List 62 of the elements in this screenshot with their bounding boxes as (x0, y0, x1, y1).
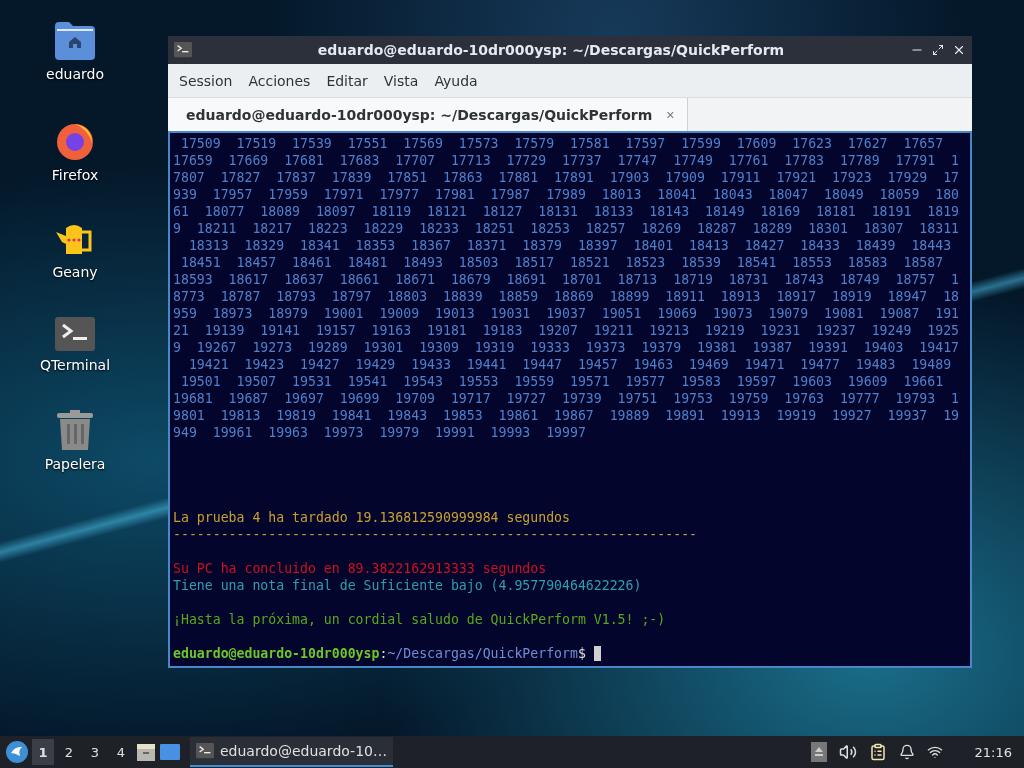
terminal-tab[interactable]: eduardo@eduardo-10dr000ysp: ~/Descargas/QuickPerform × (168, 98, 688, 131)
output-line: 7807 17827 17837 17839 17851 17863 17881 17891 17903 17909 17911 17921 17923 17929 17 (173, 169, 960, 186)
menu-item[interactable]: Editar (318, 72, 376, 89)
output-line: 19681 19687 19697 19699 19709 19717 19727 19739 19751 19753 19759 19763 19777 19793 1 (173, 390, 960, 407)
file-manager-icon[interactable] (136, 742, 156, 762)
volume-icon[interactable] (838, 743, 857, 761)
output-line: 17659 17669 17681 17683 17707 17713 17729 17737 17747 17749 17761 17783 17789 17791 1 (173, 152, 960, 169)
output-line: 8773 18787 18793 18797 18803 18839 18859 18869 18899 18911 18913 18917 18919 18947 18 (173, 288, 960, 305)
prompt-symbol: $ (577, 645, 586, 662)
output-line: 949 19961 19963 19973 19979 19991 19993 19997 (173, 424, 587, 441)
notification-bell-icon[interactable] (898, 744, 915, 760)
workspace-button[interactable]: 2 (58, 739, 80, 765)
desktop-icon-label[interactable]: Firefox (51, 167, 99, 183)
trash-icon (57, 410, 93, 450)
message-line: Tiene una nota final de Suficiente bajo (4.957790464622226) (173, 577, 643, 594)
message-line: ¡Hasta la próxima, un cordial saludo de QuickPerform V1.5! ;-) (173, 611, 667, 628)
message-line: Su PC ha concluido en 89.3822162913333 segundos (173, 560, 548, 577)
output-line: 9801 19813 19819 19841 19843 19853 19861 19867 19889 19891 19913 19919 19927 19937 19 (173, 407, 960, 424)
prompt-path: ~/Descargas/QuickPerform (387, 645, 578, 662)
close-icon[interactable] (952, 43, 966, 57)
menu-item[interactable]: Session (171, 72, 241, 89)
eject-icon[interactable] (810, 742, 827, 762)
message-line: La prueba 4 ha tardado 19.136812590999984 segundos (173, 509, 571, 526)
output-line: 18313 18329 18341 18353 18367 18371 18379 18397 18401 18413 18427 18433 18439 18443 (187, 237, 953, 254)
text-cursor (593, 646, 601, 661)
output-line: 21 19139 19141 19157 19163 19181 19183 19207 19211 19213 19219 19231 19237 19249 1925 (173, 322, 960, 339)
taskbar-task[interactable]: eduardo@eduardo-10… (190, 737, 393, 767)
output-line: 939 17957 17959 17971 17977 17981 17987 17989 18013 18041 18043 18047 18049 18059 180 (173, 186, 960, 203)
window-title: eduardo@eduardo-10dr000ysp: ~/Descargas/QuickPerform (316, 42, 786, 58)
tab-close-button[interactable]: × (666, 106, 675, 123)
menu-item[interactable]: Vista (375, 72, 427, 89)
maximize-icon[interactable] (932, 44, 944, 56)
output-line: 61 18077 18089 18097 18119 18121 18127 18131 18133 18143 18149 18169 18181 18191 1819 (173, 203, 960, 220)
start-menu-icon[interactable] (6, 741, 28, 763)
output-line: 9 18211 18217 18223 18229 18233 18251 18253 18257 18269 18287 18289 18301 18307 18311 (173, 220, 960, 237)
show-desktop-icon[interactable] (160, 743, 180, 761)
desktop-icon-label[interactable]: Geany (52, 264, 98, 280)
output-line: 18593 18617 18637 18661 18671 18679 18691 18701 18713 18719 18731 18743 18749 18757 1 (173, 271, 960, 288)
clipboard-icon[interactable] (868, 743, 887, 761)
clock[interactable]: 21:16 (974, 744, 1012, 760)
output-line: 9 19267 19273 19289 19301 19309 19319 19333 19373 19379 19381 19387 19391 19403 19417 (173, 339, 960, 356)
prompt-user-host: eduardo@eduardo-10dr000ysp (173, 645, 380, 662)
desktop-icon-label[interactable]: QTerminal (39, 357, 111, 373)
terminal-icon (55, 317, 95, 351)
desktop-icon-label[interactable]: Papelera (44, 456, 106, 472)
message-line: ------------------------------------------------------------------ (173, 526, 698, 543)
output-line: 959 18973 18979 19001 19009 19013 19031 19037 19051 19069 19073 19079 19081 19087 191 (173, 305, 960, 322)
menu-item[interactable]: Acciones (240, 72, 319, 89)
terminal-icon (174, 42, 192, 58)
output-line: 19421 19423 19427 19429 19433 19441 19447 19457 19463 19469 19471 19477 19483 19489 (187, 356, 953, 373)
workspace-button[interactable]: 1 (32, 739, 54, 765)
prompt-separator: : (379, 645, 388, 662)
desktop-icon-label[interactable]: eduardo (46, 66, 104, 82)
menu-item[interactable]: Ayuda (426, 72, 486, 89)
wifi-icon[interactable] (926, 744, 943, 760)
workspace-button[interactable]: 4 (110, 739, 132, 765)
output-line: 18451 18457 18461 18481 18493 18503 18517 18521 18523 18539 18541 18553 18583 18587 (179, 254, 945, 271)
output-line: 17509 17519 17539 17551 17569 17573 17579 17581 17597 17599 17609 17623 17627 17657 (179, 135, 945, 152)
output-line: 19501 19507 19531 19541 19543 19553 19559 19571 19577 19583 19597 19603 19609 19661 (179, 373, 945, 390)
terminal-icon (196, 743, 214, 759)
workspace-button[interactable]: 3 (84, 739, 106, 765)
folder-home-icon (55, 22, 95, 60)
